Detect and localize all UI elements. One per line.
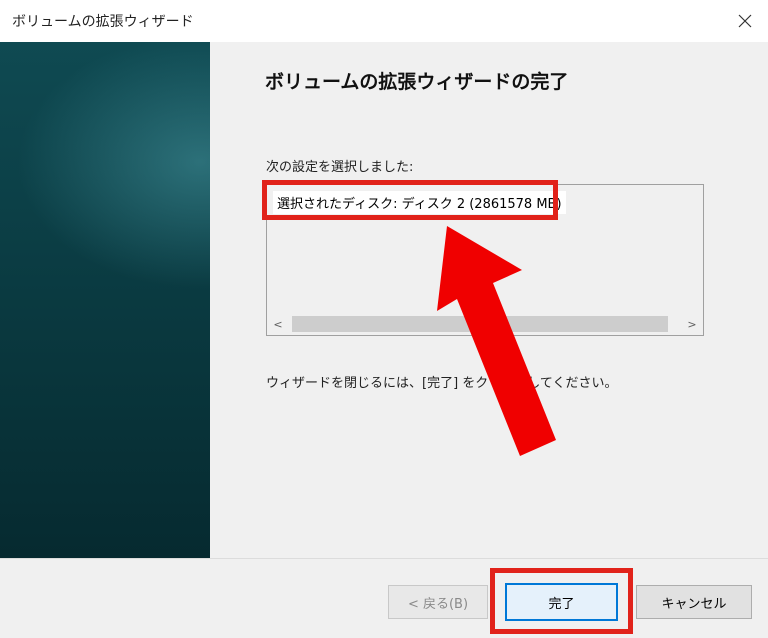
horizontal-scrollbar[interactable]: < > [268,314,702,334]
scroll-thumb[interactable] [292,316,668,332]
finish-instruction: ウィザードを閉じるには、[完了] をクリックしてください。 [266,376,618,391]
back-button[interactable]: < 戻る(B) [388,585,488,619]
selected-settings-list[interactable]: 選択されたディスク: ディスク 2 (2861578 MB) < > [266,184,704,336]
chevron-right-icon: > [687,317,697,331]
page-title: ボリュームの拡張ウィザードの完了 [265,71,569,93]
cancel-button[interactable]: キャンセル [636,585,752,619]
chevron-left-icon: < [273,317,283,331]
close-icon [738,14,752,28]
list-item[interactable]: 選択されたディスク: ディスク 2 (2861578 MB) [273,191,566,214]
finish-button[interactable]: 完了 [505,583,618,621]
settings-label: 次の設定を選択しました: [266,160,414,175]
wizard-sidebar-graphic [0,42,210,558]
window-title: ボリュームの拡張ウィザード [12,14,194,30]
close-button[interactable] [722,0,768,42]
finish-button-label: 完了 [548,596,575,612]
title-bar: ボリュームの拡張ウィザード [0,0,768,42]
scroll-right-button[interactable]: > [682,314,702,334]
scroll-left-button[interactable]: < [268,314,288,334]
cancel-button-label: キャンセル [661,596,727,612]
back-button-label: < 戻る(B) [407,596,469,612]
